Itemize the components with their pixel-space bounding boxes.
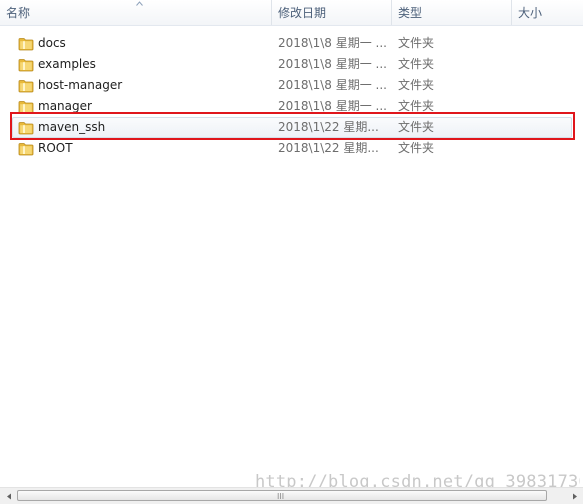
scroll-left-arrow-icon[interactable] [0,488,17,504]
sort-ascending-icon [136,1,143,6]
list-item[interactable]: manager 2018\1\8 星期一 ... 文件夹 [12,96,572,117]
column-header-type-label: 类型 [398,6,423,20]
column-header-date-modified[interactable]: 修改日期 [272,0,391,25]
folder-icon [18,80,34,93]
file-type: 文件夹 [398,57,435,71]
scroll-right-arrow-icon[interactable] [566,488,583,504]
folder-icon [18,38,34,51]
file-name: docs [38,36,66,50]
horizontal-scrollbar[interactable]: III [0,487,583,504]
file-date-modified: 2018\1\8 星期一 ... [278,78,387,92]
scrollbar-thumb[interactable]: III [17,490,547,501]
column-header-date-label: 修改日期 [278,6,327,20]
file-name: host-manager [38,78,123,92]
folder-icon [18,122,34,135]
file-date-modified: 2018\1\22 星期... [278,120,379,134]
column-header-size-label: 大小 [518,6,543,20]
list-item[interactable]: host-manager 2018\1\8 星期一 ... 文件夹 [12,75,572,96]
column-header-type[interactable]: 类型 [392,0,511,25]
scrollbar-grip: III [277,492,285,501]
file-type: 文件夹 [398,99,435,113]
file-type: 文件夹 [398,36,435,50]
file-date-modified: 2018\1\8 星期一 ... [278,36,387,50]
file-type: 文件夹 [398,78,435,92]
folder-icon [18,59,34,72]
file-date-modified: 2018\1\22 星期... [278,141,379,155]
column-header-bar: 名称 修改日期 类型 大小 [0,0,583,26]
file-type: 文件夹 [398,141,435,155]
list-item[interactable]: docs 2018\1\8 星期一 ... 文件夹 [12,33,572,54]
list-item[interactable]: examples 2018\1\8 星期一 ... 文件夹 [12,54,572,75]
file-name: examples [38,57,96,71]
file-name: maven_ssh [38,120,106,134]
column-header-size[interactable]: 大小 [512,0,583,25]
file-name: manager [38,99,92,113]
list-item[interactable]: ROOT 2018\1\22 星期... 文件夹 [12,138,572,159]
file-date-modified: 2018\1\8 星期一 ... [278,99,387,113]
column-header-name-label: 名称 [6,6,31,20]
file-type: 文件夹 [398,120,435,134]
folder-icon [18,101,34,114]
folder-icon [18,143,34,156]
list-item-hovered[interactable]: maven_ssh 2018\1\22 星期... 文件夹 [12,117,572,138]
file-name: ROOT [38,141,73,155]
file-date-modified: 2018\1\8 星期一 ... [278,57,387,71]
